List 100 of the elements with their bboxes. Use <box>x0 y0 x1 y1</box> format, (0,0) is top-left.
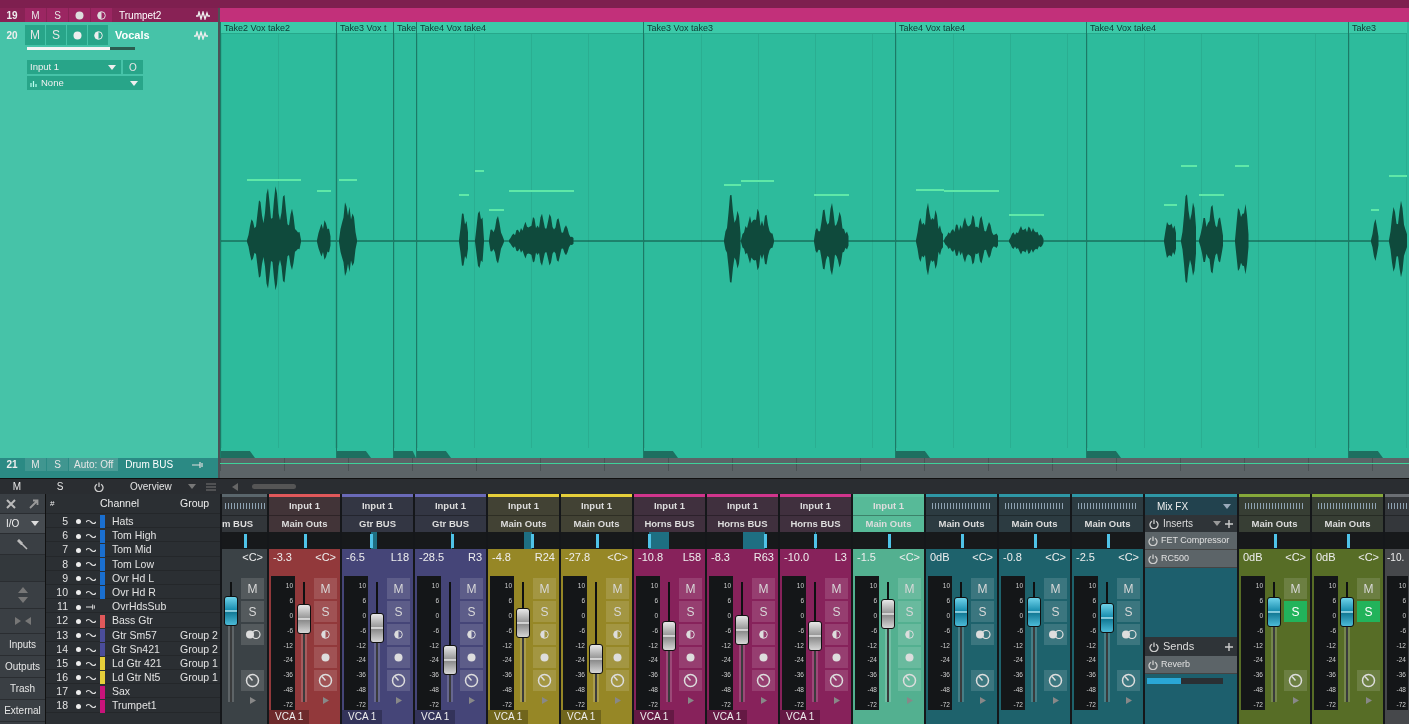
link-button[interactable] <box>241 624 264 645</box>
channel-name[interactable]: Hats <box>106 514 180 530</box>
monitor-icon[interactable] <box>832 630 841 639</box>
play-icon[interactable] <box>249 697 256 704</box>
channel-name[interactable]: OvrHdsSub <box>106 599 180 615</box>
pan-readout[interactable]: <C> <box>972 548 993 566</box>
caret-icon[interactable] <box>1223 503 1231 509</box>
record-icon[interactable] <box>321 653 330 662</box>
volume-readout[interactable]: -3.3 <box>273 548 292 566</box>
mute-button[interactable]: M <box>314 578 337 599</box>
record-button[interactable] <box>387 647 410 668</box>
fader-thumb[interactable] <box>370 612 384 643</box>
record-button[interactable] <box>752 647 775 668</box>
record-icon[interactable] <box>832 653 841 662</box>
clip-handle[interactable] <box>1349 451 1383 458</box>
mute-button[interactable]: M <box>1117 578 1140 599</box>
output-selector[interactable]: Main Outs <box>561 515 632 532</box>
fader-thumb[interactable] <box>735 615 749 645</box>
solo-button[interactable]: S <box>387 601 410 622</box>
fader-thumb[interactable] <box>516 607 530 638</box>
solo-button[interactable]: S <box>679 601 702 622</box>
solo-button[interactable]: S <box>241 601 264 622</box>
pan-readout[interactable]: <C> <box>1118 548 1139 566</box>
volume-readout[interactable]: -2.5 <box>1076 548 1095 566</box>
pan-slider[interactable] <box>1385 532 1409 549</box>
fader-thumb[interactable] <box>1100 603 1114 633</box>
pan-slider[interactable] <box>222 532 267 549</box>
solo-button[interactable]: S <box>1044 601 1067 622</box>
input-selector[interactable]: Input 1 <box>342 497 413 515</box>
clip-handle[interactable] <box>337 451 371 458</box>
solo-button[interactable]: S <box>752 601 775 622</box>
play-icon[interactable] <box>395 697 402 704</box>
pan-readout[interactable]: L18 <box>390 548 409 566</box>
mute-button[interactable]: M <box>679 578 702 599</box>
mute-all-button[interactable]: M <box>0 479 34 494</box>
pan-slider[interactable] <box>1072 532 1143 549</box>
record-button[interactable] <box>825 647 848 668</box>
record-icon[interactable] <box>467 653 476 662</box>
input-selector[interactable]: Input 1 <box>780 497 851 515</box>
fader-thumb[interactable] <box>881 599 895 630</box>
channel-name[interactable]: Ld Gtr Nt5 <box>106 670 180 686</box>
power-icon[interactable] <box>1149 641 1159 652</box>
pan-readout[interactable]: <C> <box>242 548 263 566</box>
record-button[interactable] <box>460 647 483 668</box>
record-button[interactable] <box>679 647 702 668</box>
link-icon[interactable] <box>1120 630 1137 639</box>
mixer-strip[interactable]: m BUS <C> M S <box>222 494 267 724</box>
vca-label[interactable]: VCA 1 <box>780 710 821 724</box>
audio-clip[interactable]: Take3 Vox t <box>336 22 393 458</box>
play-icon[interactable] <box>687 697 694 704</box>
output-selector[interactable]: Main Outs <box>926 515 997 532</box>
clip-handle[interactable] <box>417 451 451 458</box>
monitor-button[interactable] <box>387 624 410 645</box>
solo-button[interactable]: S <box>825 601 848 622</box>
wrench-icon[interactable] <box>17 538 28 550</box>
vca-label[interactable]: VCA 1 <box>634 710 675 724</box>
channel-name[interactable]: Gtr Sm57 <box>106 627 180 644</box>
output-selector[interactable]: Horns BUS <box>634 515 705 532</box>
input-selector[interactable]: Input 1 <box>707 497 778 515</box>
pan-slider[interactable] <box>1239 532 1310 549</box>
vca-label[interactable]: VCA 1 <box>415 710 456 724</box>
mute-button[interactable]: M <box>752 578 775 599</box>
channel-name[interactable]: Ovr Hd R <box>106 584 180 601</box>
solo-button[interactable]: S <box>971 601 994 622</box>
close-icon[interactable] <box>6 498 17 509</box>
output-selector[interactable]: Main Outs <box>269 515 340 532</box>
monitor-icon[interactable] <box>759 630 768 639</box>
output-selector[interactable]: m BUS <box>222 515 267 532</box>
power-icon[interactable] <box>94 481 104 492</box>
channel-name[interactable]: Tom Low <box>106 556 180 573</box>
pan-readout[interactable]: <C> <box>1045 548 1066 566</box>
input-selector[interactable]: Input 1 <box>488 497 559 515</box>
monitor-button[interactable] <box>460 624 483 645</box>
volume-readout[interactable]: -8.3 <box>711 548 730 566</box>
record-icon[interactable] <box>394 653 403 662</box>
caret-icon[interactable] <box>31 521 40 526</box>
monitor-button[interactable] <box>679 624 702 645</box>
volume-readout[interactable]: -10. <box>1387 549 1405 565</box>
output-selector[interactable]: Main Outs <box>1239 515 1310 532</box>
vca-label[interactable]: VCA 1 <box>561 710 602 724</box>
clip-handle[interactable] <box>896 451 930 458</box>
pan-readout[interactable]: R3 <box>467 548 482 566</box>
record-button[interactable] <box>69 8 90 22</box>
output-selector[interactable]: Gtr BUS <box>342 515 413 532</box>
pan-readout[interactable]: L3 <box>834 548 847 566</box>
clip-handle[interactable] <box>221 451 255 458</box>
power-icon[interactable] <box>1148 553 1158 564</box>
pan-readout[interactable]: L58 <box>682 548 701 566</box>
fader-thumb[interactable] <box>1027 597 1041 627</box>
input-selector[interactable]: Input 1 <box>561 497 632 515</box>
channel-name[interactable]: Ovr Hd L <box>106 570 180 587</box>
volume-readout[interactable]: -0.8 <box>1003 548 1022 566</box>
monitor-icon[interactable] <box>97 10 106 20</box>
scroll-left-icon[interactable] <box>232 482 238 491</box>
volume-readout[interactable]: -10.8 <box>638 548 664 566</box>
input-selector[interactable]: Input 1 <box>269 497 340 515</box>
insert-slot[interactable]: RC500 <box>1145 550 1237 568</box>
monitor-icon[interactable] <box>321 630 330 639</box>
pan-readout[interactable]: <C> <box>1358 548 1379 566</box>
power-icon[interactable] <box>1148 659 1158 670</box>
